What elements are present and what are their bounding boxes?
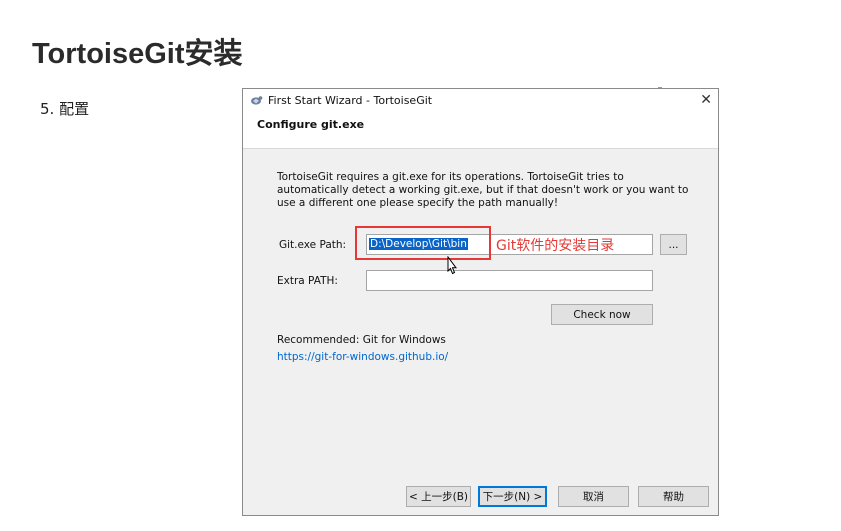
mouse-cursor-icon <box>444 255 458 280</box>
cancel-button[interactable]: 取消 <box>558 486 629 507</box>
description-text: TortoiseGit requires a git.exe for its o… <box>277 171 689 209</box>
dialog-title: First Start Wizard - TortoiseGit <box>268 93 433 107</box>
back-button[interactable]: < 上一步(B) <box>406 486 471 507</box>
extra-path-input[interactable] <box>366 270 653 291</box>
next-button[interactable]: 下一步(N) > <box>478 486 547 507</box>
step-label: 5. 配置 <box>40 100 90 118</box>
extra-path-label: Extra PATH: <box>277 275 338 287</box>
help-button[interactable]: 帮助 <box>638 486 709 507</box>
highlight-box <box>355 226 491 260</box>
page-heading: Configure git.exe <box>243 111 718 149</box>
git-for-windows-link[interactable]: https://git-for-windows.github.io/ <box>277 351 448 363</box>
close-button[interactable]: ✕ <box>700 92 712 108</box>
gitexe-path-label: Git.exe Path: <box>279 239 347 251</box>
dialog-titlebar[interactable]: First Start Wizard - TortoiseGit ✕ <box>243 89 718 111</box>
browse-button[interactable]: ... <box>660 234 687 255</box>
slide-title: TortoiseGit安装 <box>32 38 243 70</box>
check-now-button[interactable]: Check now <box>551 304 653 325</box>
recommended-text: Recommended: Git for Windows <box>277 334 446 346</box>
tortoisegit-icon <box>249 93 263 107</box>
annotation-text: Git软件的安装目录 <box>496 238 615 254</box>
first-start-wizard-dialog: First Start Wizard - TortoiseGit ✕ Confi… <box>242 88 719 516</box>
